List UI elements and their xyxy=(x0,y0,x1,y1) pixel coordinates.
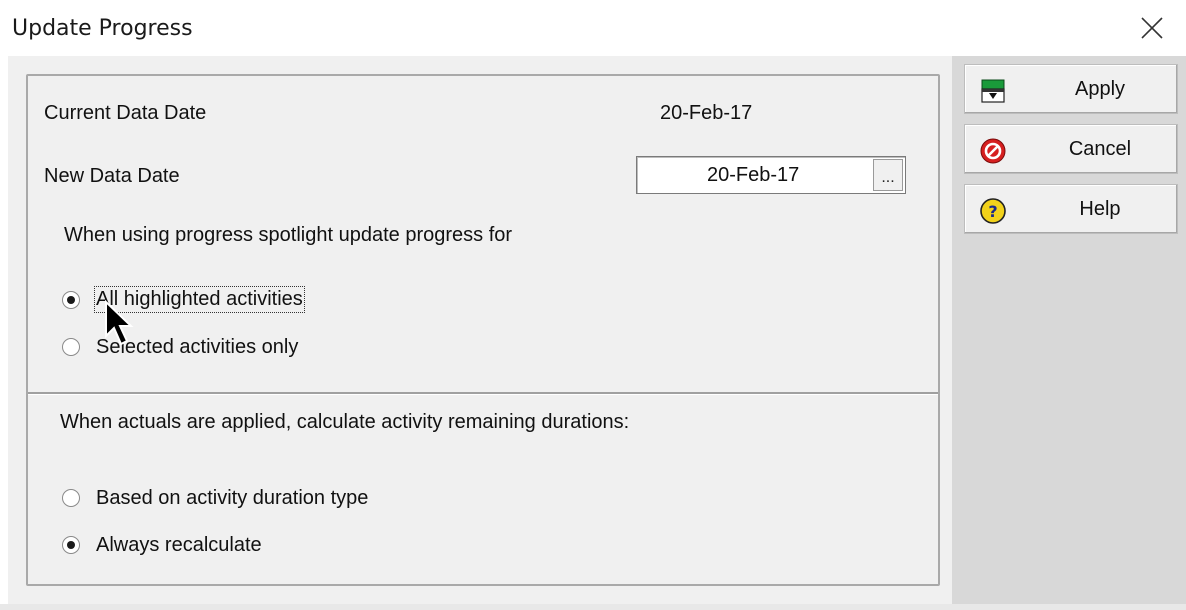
close-icon xyxy=(1141,17,1163,39)
window-title: Update Progress xyxy=(12,16,193,41)
radio-selected-only[interactable] xyxy=(62,338,80,356)
radio-based-on-duration-type-label[interactable]: Based on activity duration type xyxy=(96,487,368,510)
mouse-pointer-icon xyxy=(105,300,134,346)
new-data-date-field[interactable]: 20-Feb-17 ... xyxy=(636,156,906,194)
cancel-button-label: Cancel xyxy=(1068,138,1132,160)
cancel-icon xyxy=(980,138,1006,164)
help-button[interactable]: ? Help xyxy=(964,184,1178,234)
current-data-date-value: 20-Feb-17 xyxy=(660,102,753,124)
apply-button[interactable]: Apply xyxy=(964,64,1178,114)
radio-based-on-duration-type[interactable] xyxy=(62,489,80,507)
svg-text:?: ? xyxy=(988,202,997,221)
radio-all-highlighted[interactable] xyxy=(62,291,80,309)
apply-icon xyxy=(981,79,1005,103)
window-bottom-edge xyxy=(0,604,1186,610)
date-picker-button[interactable]: ... xyxy=(873,159,903,191)
help-button-label: Help xyxy=(1079,198,1121,220)
cancel-button[interactable]: Cancel xyxy=(964,124,1178,174)
section-divider xyxy=(28,392,938,395)
spotlight-heading: When using progress spotlight update pro… xyxy=(64,224,513,246)
radio-always-recalculate-label[interactable]: Always recalculate xyxy=(96,534,262,557)
close-button[interactable] xyxy=(1132,8,1172,48)
title-bar: Update Progress xyxy=(0,0,1186,56)
new-data-date-label: New Data Date xyxy=(44,165,180,187)
new-data-date-value: 20-Feb-17 xyxy=(707,164,800,186)
apply-button-label: Apply xyxy=(1074,78,1126,100)
help-icon: ? xyxy=(980,198,1006,224)
durations-heading: When actuals are applied, calculate acti… xyxy=(60,411,630,433)
current-data-date-label: Current Data Date xyxy=(44,102,207,124)
radio-always-recalculate[interactable] xyxy=(62,536,80,554)
